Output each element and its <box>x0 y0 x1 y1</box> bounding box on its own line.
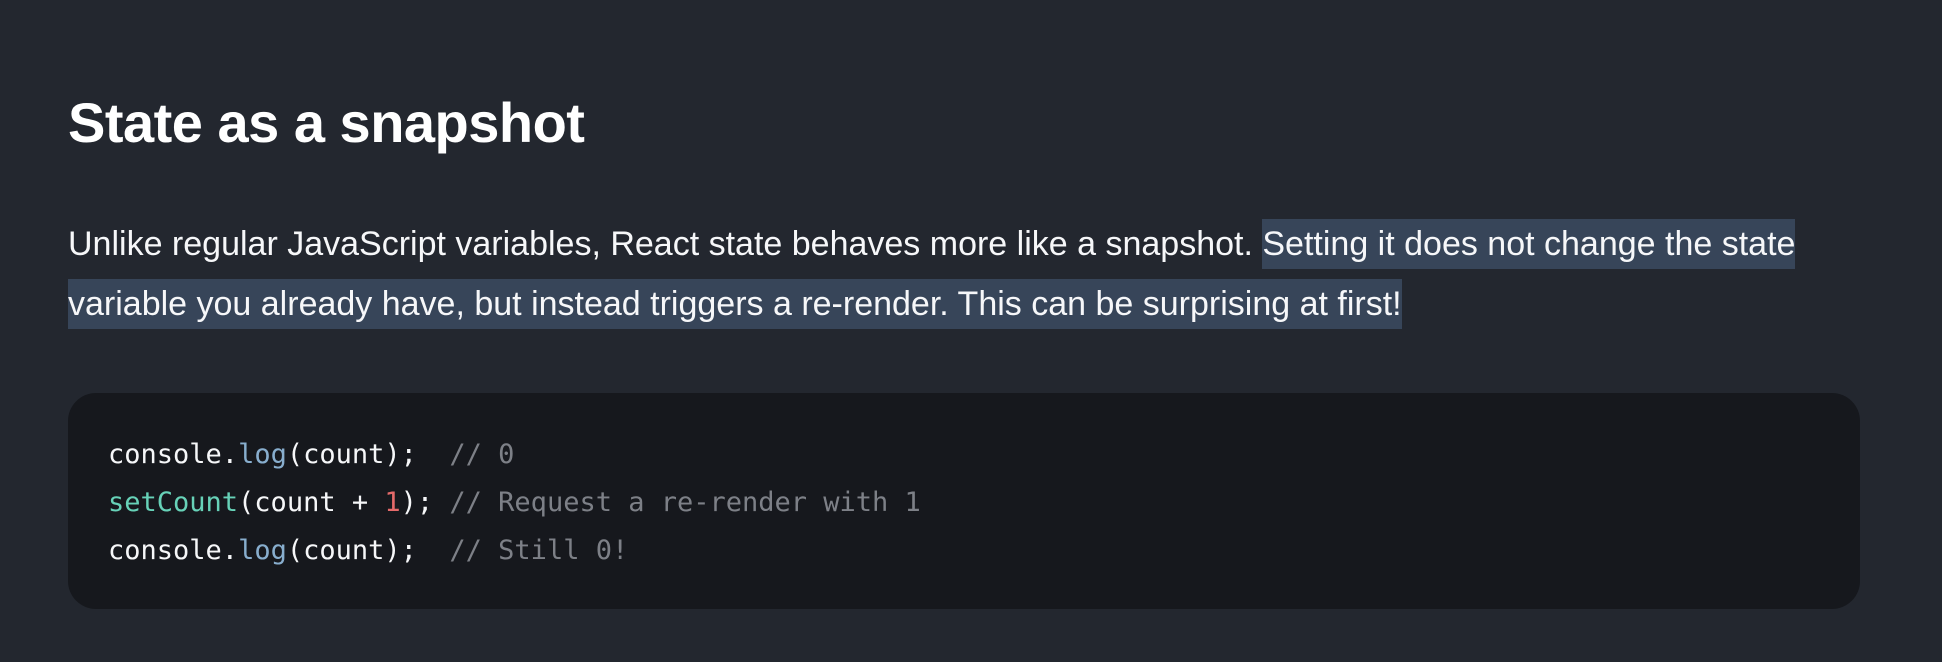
code-token-gap <box>417 439 450 470</box>
code-line-2: setCount(count + 1); // Request a re-ren… <box>108 479 1820 527</box>
code-token-args: (count); <box>286 439 417 470</box>
code-token-call: setCount <box>108 487 239 518</box>
code-comment: // Request a re-render with 1 <box>449 487 921 518</box>
code-token-dot: . <box>221 535 239 566</box>
code-comment: // 0 <box>449 439 515 470</box>
code-token-object: console <box>108 439 222 470</box>
intro-paragraph: Unlike regular JavaScript variables, Rea… <box>68 214 1868 334</box>
code-block: console.log(count); // 0 setCount(count … <box>68 393 1860 609</box>
code-token-function: log <box>238 535 287 566</box>
code-token-function: log <box>238 439 287 470</box>
code-line-1: console.log(count); // 0 <box>108 431 1820 479</box>
code-token-gap <box>417 535 450 566</box>
code-token-number: 1 <box>384 487 401 518</box>
code-token-gap <box>433 487 449 518</box>
code-token-object: console <box>108 535 222 566</box>
code-token-args-close: ); <box>400 487 434 518</box>
code-token-args: (count); <box>286 535 417 566</box>
code-comment: // Still 0! <box>449 535 629 566</box>
code-line-3: console.log(count); // Still 0! <box>108 527 1820 575</box>
code-token-args-open: (count + <box>238 487 385 518</box>
paragraph-text: Unlike regular JavaScript variables, Rea… <box>68 225 1263 263</box>
section-heading: State as a snapshot <box>68 91 585 154</box>
code-token-dot: . <box>221 439 239 470</box>
